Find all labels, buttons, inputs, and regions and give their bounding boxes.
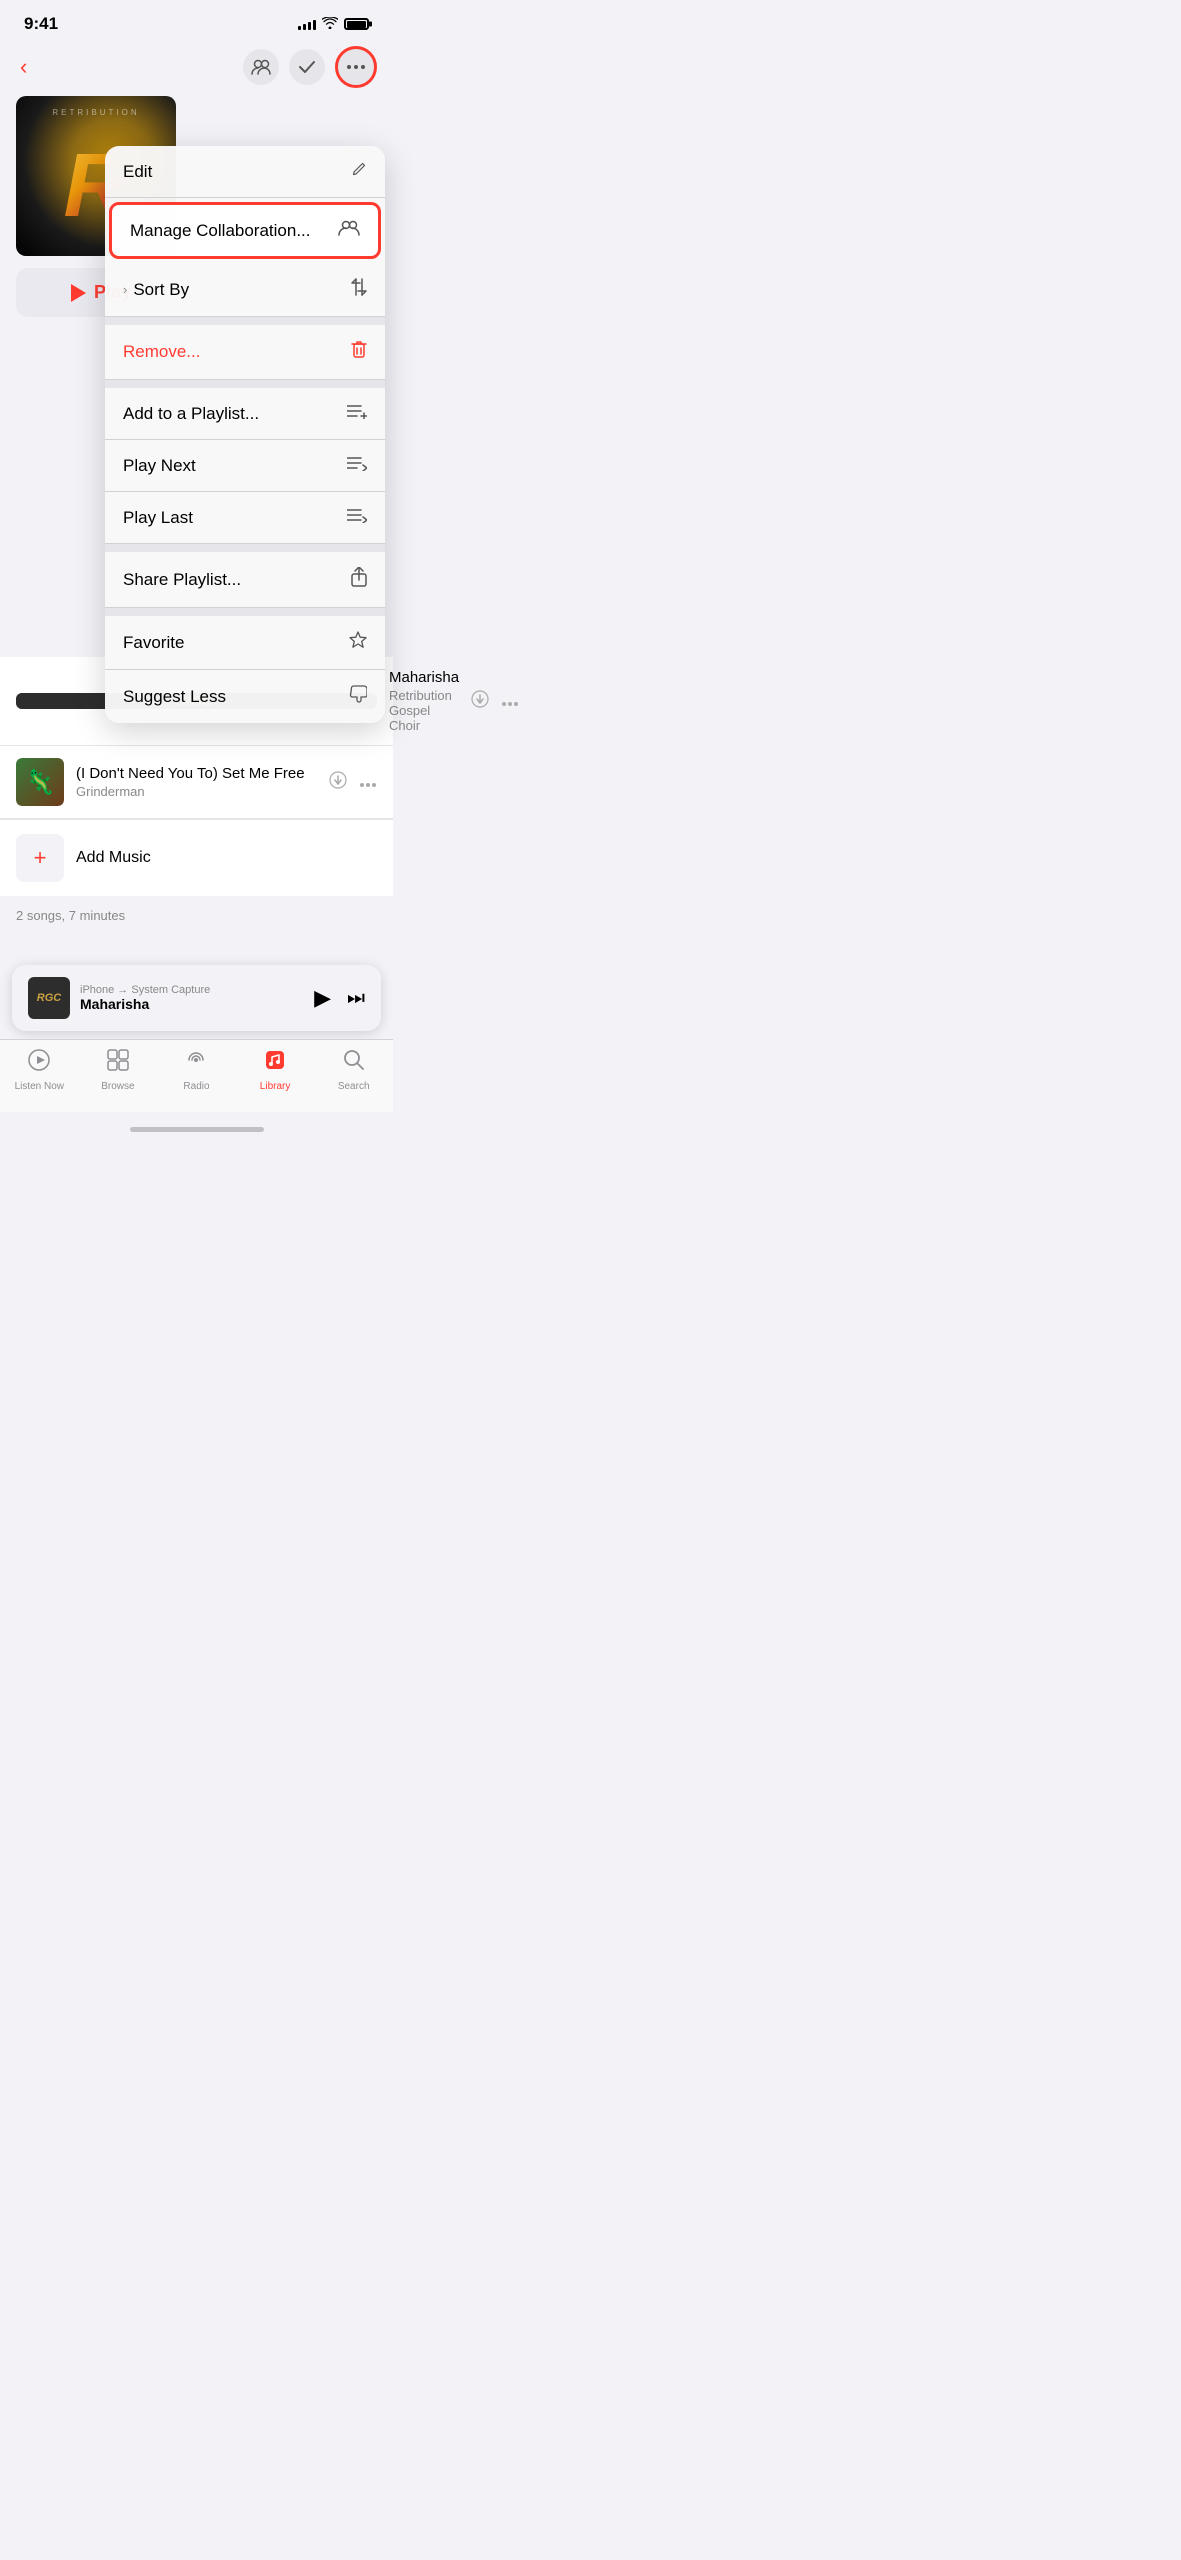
menu-sort-label: Sort By: [133, 280, 189, 300]
menu-divider-4: [105, 608, 385, 616]
menu-suggest-less-label: Suggest Less: [123, 687, 226, 707]
battery-icon: [344, 18, 369, 30]
menu-divider-1: [105, 317, 385, 325]
back-button[interactable]: ‹: [16, 50, 31, 84]
tab-listen-now[interactable]: Listen Now: [0, 1048, 79, 1092]
nav-header: ‹: [0, 42, 393, 96]
play-icon: [71, 284, 86, 302]
menu-share-label: Share Playlist...: [123, 570, 241, 590]
edit-icon: [351, 161, 367, 182]
more-button[interactable]: [335, 46, 377, 88]
tab-radio-label: Radio: [183, 1081, 209, 1092]
signal-icon: [298, 18, 316, 30]
menu-item-remove[interactable]: Remove...: [105, 325, 385, 380]
menu-divider-2: [105, 380, 385, 388]
tab-library[interactable]: Library: [236, 1048, 315, 1092]
mini-player-info: iPhone → System Capture Maharisha: [80, 984, 304, 1012]
thumbs-down-icon: [349, 685, 367, 708]
add-music-item[interactable]: + Add Music: [0, 819, 393, 896]
more-icon-1[interactable]: [501, 691, 519, 712]
song-thumb-2: 🦎: [16, 758, 64, 806]
song-artist-2: Grinderman: [76, 784, 317, 799]
menu-edit-label: Edit: [123, 162, 152, 182]
song-item-2[interactable]: 🦎 (I Don't Need You To) Set Me Free Grin…: [0, 746, 393, 819]
menu-item-add-playlist[interactable]: Add to a Playlist...: [105, 388, 385, 440]
group-button[interactable]: [243, 49, 279, 85]
wifi-icon: [322, 17, 338, 32]
menu-item-sort-by[interactable]: › Sort By: [105, 263, 385, 317]
chevron-icon: ›: [123, 282, 127, 297]
songs-count: 2 songs, 7 minutes: [0, 896, 393, 935]
add-playlist-icon: [347, 403, 367, 424]
radio-icon: [184, 1048, 208, 1078]
menu-item-manage-collaboration[interactable]: Manage Collaboration...: [109, 202, 381, 259]
mini-source: iPhone → System Capture: [80, 984, 304, 996]
song-info-2: (I Don't Need You To) Set Me Free Grinde…: [76, 765, 317, 799]
menu-play-next-label: Play Next: [123, 456, 196, 476]
download-icon-1[interactable]: [471, 690, 489, 713]
listen-now-icon: [27, 1048, 51, 1078]
sort-icon: [351, 278, 367, 301]
tab-search-label: Search: [338, 1081, 370, 1092]
song-title-2: (I Don't Need You To) Set Me Free: [76, 765, 317, 782]
trash-icon: [351, 340, 367, 364]
home-indicator: [0, 1112, 393, 1146]
search-icon: [342, 1048, 366, 1078]
dropdown-menu: Edit Manage Collaboration...: [105, 146, 385, 723]
menu-manage-label: Manage Collaboration...: [130, 221, 311, 241]
mini-title: Maharisha: [80, 996, 304, 1012]
tab-browse[interactable]: Browse: [79, 1048, 158, 1092]
mini-player-controls: ▶ ⏭: [314, 985, 365, 1011]
status-bar: 9:41: [0, 0, 393, 42]
tab-search[interactable]: Search: [314, 1048, 393, 1092]
mini-forward-button[interactable]: ⏭: [347, 987, 365, 1010]
song-actions-2: [329, 771, 377, 794]
more-icon-2[interactable]: [359, 772, 377, 793]
add-icon: +: [16, 834, 64, 882]
check-button[interactable]: [289, 49, 325, 85]
tab-listen-now-label: Listen Now: [15, 1081, 64, 1092]
tab-browse-label: Browse: [101, 1081, 134, 1092]
song-info-1: Maharisha Retribution Gospel Choir: [389, 669, 459, 733]
download-icon-2[interactable]: [329, 771, 347, 794]
browse-icon: [106, 1048, 130, 1078]
play-next-icon: [347, 455, 367, 476]
home-bar: [130, 1127, 264, 1132]
collaboration-icon: [338, 220, 360, 241]
menu-add-playlist-label: Add to a Playlist...: [123, 404, 259, 424]
song-title-1: Maharisha: [389, 669, 459, 686]
favorite-icon: [349, 631, 367, 654]
album-label: RETRIBUTION: [16, 108, 176, 117]
menu-item-favorite[interactable]: Favorite: [105, 616, 385, 670]
mini-play-button[interactable]: ▶: [314, 985, 331, 1011]
nav-actions: [243, 46, 377, 88]
tab-radio[interactable]: Radio: [157, 1048, 236, 1092]
play-last-icon: [347, 507, 367, 528]
menu-divider-3: [105, 544, 385, 552]
menu-sort-container: › Sort By: [123, 280, 189, 300]
song-artist-1: Retribution Gospel Choir: [389, 688, 459, 733]
tab-library-label: Library: [260, 1081, 291, 1092]
menu-item-share[interactable]: Share Playlist...: [105, 552, 385, 608]
main-content: RETRIBUTION R GADGETHACKS Play Edit: [0, 96, 393, 951]
status-icons: [298, 17, 369, 32]
tab-bar: Listen Now Browse Radio: [0, 1039, 393, 1112]
share-icon: [351, 567, 367, 592]
menu-play-last-label: Play Last: [123, 508, 193, 528]
library-icon: [263, 1048, 287, 1078]
menu-item-suggest-less[interactable]: Suggest Less: [105, 670, 385, 723]
menu-item-play-last[interactable]: Play Last: [105, 492, 385, 544]
mini-player[interactable]: RGC iPhone → System Capture Maharisha ▶ …: [12, 965, 381, 1031]
song-actions-1: [471, 690, 519, 713]
menu-remove-label: Remove...: [123, 342, 200, 362]
mini-player-thumb: RGC: [28, 977, 70, 1019]
add-music-label: Add Music: [76, 849, 151, 867]
status-time: 9:41: [24, 14, 58, 34]
menu-favorite-label: Favorite: [123, 633, 184, 653]
menu-item-edit[interactable]: Edit: [105, 146, 385, 198]
menu-item-play-next[interactable]: Play Next: [105, 440, 385, 492]
